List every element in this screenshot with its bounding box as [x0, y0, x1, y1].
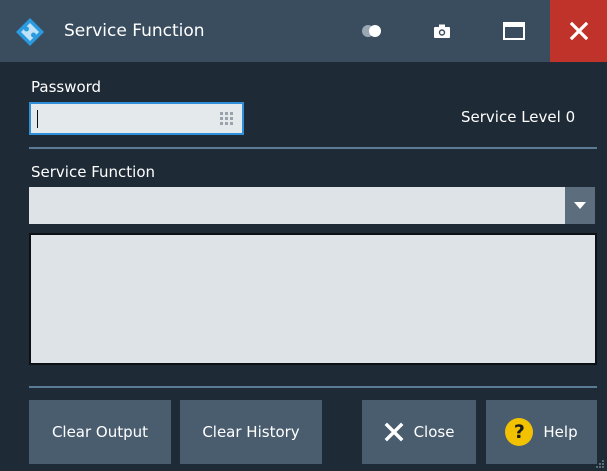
clear-output-label: Clear Output	[51, 423, 149, 441]
window-close-button[interactable]	[550, 0, 607, 62]
title-bar[interactable]: Service Function	[0, 0, 607, 62]
close-icon	[384, 422, 403, 442]
toggle-button[interactable]	[352, 0, 392, 62]
service-function-dialog: Service Function Password Service Level …	[0, 0, 607, 471]
text-cursor	[37, 110, 38, 128]
clear-history-button[interactable]: Clear History	[180, 400, 322, 464]
app-logo-icon	[16, 18, 44, 46]
keypad-icon[interactable]	[220, 112, 234, 126]
toggle-icon	[362, 25, 381, 37]
maximize-button[interactable]	[488, 0, 540, 62]
chevron-down-icon	[574, 201, 586, 209]
maximize-icon	[503, 22, 525, 40]
close-button[interactable]: Close	[362, 400, 476, 464]
divider	[29, 386, 597, 388]
service-function-select[interactable]	[29, 187, 594, 224]
service-level-text: Service Level 0	[461, 108, 576, 126]
close-icon	[569, 22, 588, 40]
service-function-dropdown-button[interactable]	[565, 187, 595, 224]
password-input[interactable]	[29, 102, 244, 135]
help-label: Help	[543, 423, 578, 441]
service-function-label: Service Function	[31, 163, 156, 181]
help-icon: ?	[505, 418, 534, 446]
camera-icon	[434, 24, 450, 38]
screenshot-button[interactable]	[422, 0, 462, 62]
password-label: Password	[31, 78, 102, 96]
divider	[29, 147, 597, 149]
clear-output-button[interactable]: Clear Output	[29, 400, 171, 464]
clear-history-label: Clear History	[202, 423, 300, 441]
resize-grip-icon[interactable]	[596, 460, 604, 468]
window-title: Service Function	[64, 21, 205, 41]
close-label: Close	[413, 423, 455, 441]
help-button[interactable]: ? Help	[486, 400, 597, 464]
output-area[interactable]	[29, 233, 597, 365]
